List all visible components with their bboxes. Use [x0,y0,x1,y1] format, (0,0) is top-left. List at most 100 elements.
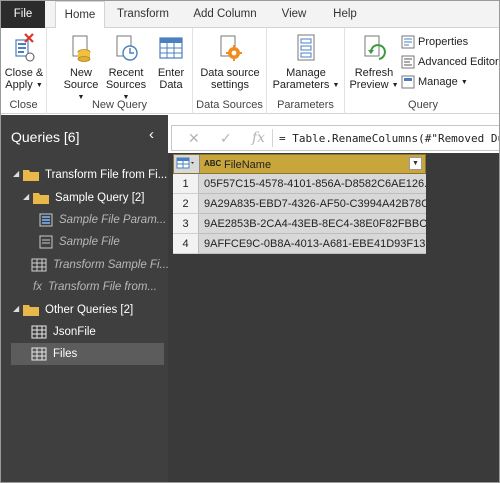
recent-sources-label-1: Recent [108,67,144,79]
refresh-icon [364,35,386,60]
enter-data-button[interactable]: Enter Data [153,32,189,91]
table-cell[interactable]: 9AE2853B-2CA4-43EB-8EC4-38E0F82FBBC8.js.… [199,214,426,234]
chevron-down-icon: ▼ [460,79,468,86]
manage-button[interactable]: Manage ▼ [401,73,468,91]
tab-help[interactable]: Help [325,1,365,28]
refresh-preview-label-1: Refresh [354,67,394,79]
formula-separator [272,129,273,147]
close-apply-button[interactable]: Close & Apply ▼ [3,32,45,92]
tab-home[interactable]: Home [55,1,105,29]
column-header-filename[interactable]: FileName [224,157,271,173]
new-source-icon [72,35,91,62]
refresh-preview-button[interactable]: Refresh Preview ▼ [349,32,399,92]
manage-parameters-label-1: Manage [286,67,326,79]
fx-icon[interactable]: fx [252,130,265,146]
chevron-down-icon: ▼ [332,82,340,89]
ribbon-tab-bar: File Home Transform Add Column View Help [1,1,499,29]
query-item-other-queries-folder[interactable]: Other Queries [2] [23,299,133,321]
query-item-sample-file[interactable]: Sample File [39,231,120,253]
column-filter-dropdown-icon[interactable]: ▼ [409,157,422,170]
group-label-query: Query [408,99,438,111]
enter-data-icon [159,37,183,59]
table-icon [31,258,47,272]
query-item-jsonfile[interactable]: JsonFile [31,321,96,343]
main-area: ✕ ✓ fx = Table.RenameColumns(#"Removed D… [168,115,499,482]
query-item-sample-file-parameter[interactable]: Sample File Param... [39,209,166,231]
function-icon: fx [33,281,42,293]
group-data-sources: Data source settings Data Sources [193,28,267,114]
table-cell[interactable]: 05F57C15-4578-4101-856A-D8582C6AE126.js.… [199,174,426,194]
queries-pane: Queries [6] ‹ ◢ Transform File from Fi..… [1,115,169,482]
advanced-editor-icon [401,55,415,69]
table-menu-button[interactable] [174,155,200,173]
table-cell[interactable]: 9A29A835-EBD7-4326-AF50-C3994A42B78C.j..… [199,194,426,214]
expand-triangle-icon[interactable]: ◢ [13,169,19,178]
ribbon: Close & Apply ▼ Close New Source ▼ Recen… [1,28,499,114]
new-source-label-1: New [69,67,92,79]
formula-bar: ✕ ✓ fx = Table.RenameColumns(#"Removed D… [171,125,499,151]
close-apply-icon [15,33,35,62]
row-number[interactable]: 4 [173,234,199,254]
collapse-pane-icon[interactable]: ‹ [149,126,154,143]
chevron-down-icon: ▼ [391,82,399,89]
data-source-settings-button[interactable]: Data source settings [197,32,263,91]
manage-label: Manage [418,76,458,88]
table-icon [31,325,47,339]
chevron-down-icon: ▼ [35,82,43,89]
query-item-files[interactable]: Files [11,343,164,365]
table-row: 1 05F57C15-4578-4101-856A-D8582C6AE126.j… [173,174,426,194]
group-close: Close & Apply ▼ Close [1,28,47,114]
confirm-icon[interactable]: ✓ [220,130,232,147]
parameter-icon [39,213,53,227]
new-source-button[interactable]: New Source ▼ [61,32,101,104]
recent-sources-label-2: Sources [105,79,147,91]
data-preview-area: ABC FileName ▼ 1 05F57C15-4578-4101-856A… [168,153,499,482]
advanced-editor-button[interactable]: Advanced Editor [401,53,499,71]
table-icon [31,347,47,361]
manage-parameters-icon [297,34,315,61]
manage-icon [401,75,415,89]
advanced-editor-label: Advanced Editor [418,56,499,68]
queries-pane-title: Queries [6] [11,129,80,145]
row-number[interactable]: 1 [173,174,199,194]
column-type-icon[interactable]: ABC [204,159,221,168]
row-number[interactable]: 3 [173,214,199,234]
data-source-settings-icon [220,35,242,61]
table-row: 4 9AFFCE9C-0B8A-4013-A681-EBE41D93F133.j… [173,234,426,254]
properties-icon [401,35,415,49]
close-apply-label-2: Apply [5,79,33,91]
tab-file[interactable]: File [1,1,45,28]
properties-label: Properties [418,36,469,48]
enter-data-label-1: Enter [157,67,185,79]
group-label-data-sources: Data Sources [196,99,263,111]
group-label-new-query: New Query [91,99,148,111]
tab-transform[interactable]: Transform [111,1,175,28]
enter-data-label-2: Data [159,79,183,91]
expand-triangle-icon[interactable]: ◢ [13,304,19,313]
power-query-editor: File Home Transform Add Column View Help… [0,0,500,483]
table-cell[interactable]: 9AFFCE9C-0B8A-4013-A681-EBE41D93F133.js.… [199,234,426,254]
grid-header: ABC FileName ▼ [173,154,426,174]
recent-sources-button[interactable]: Recent Sources ▼ [103,32,149,104]
formula-input[interactable]: = Table.RenameColumns(#"Removed Du [279,132,499,145]
query-item-transform-file-function[interactable]: fx Transform File from... [33,276,157,298]
table-menu-icon [176,157,194,169]
tab-view[interactable]: View [275,1,313,28]
row-number[interactable]: 2 [173,194,199,214]
group-label-close: Close [9,99,38,111]
recent-sources-icon [116,35,138,61]
query-item-sample-query-folder[interactable]: Sample Query [2] [33,187,144,209]
cancel-icon[interactable]: ✕ [188,130,200,147]
tab-add-column[interactable]: Add Column [187,1,263,28]
expand-triangle-icon[interactable]: ◢ [23,192,29,201]
folder-icon [23,170,39,182]
folder-icon [33,193,49,205]
data-source-settings-label-2: settings [211,79,249,91]
manage-parameters-label-2: Parameters [272,79,330,91]
query-item-transform-sample-file[interactable]: Transform Sample Fi... [31,254,169,276]
query-item-transform-folder[interactable]: Transform File from Fi... [23,164,167,186]
group-new-query: New Source ▼ Recent Sources ▼ Enter Data… [47,28,193,114]
table-row: 3 9AE2853B-2CA4-43EB-8EC4-38E0F82FBBC8.j… [173,214,426,234]
properties-button[interactable]: Properties [401,33,468,51]
manage-parameters-button[interactable]: Manage Parameters ▼ [271,32,341,92]
